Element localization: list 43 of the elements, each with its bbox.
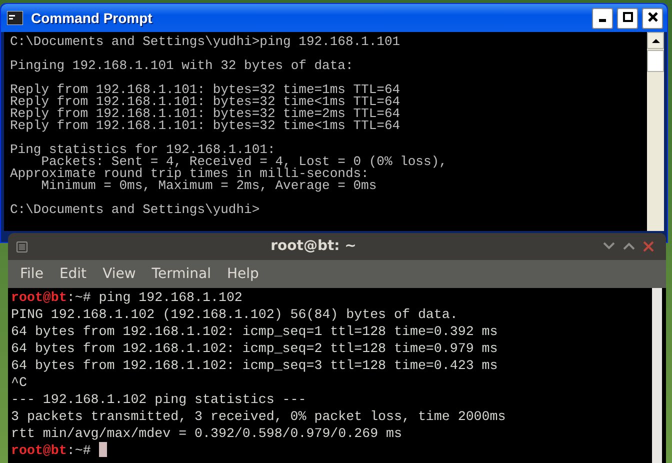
close-button[interactable] [642, 8, 663, 28]
output-line: 64 bytes from 192.168.1.102: icmp_seq=2 ttl=128 time=0.979 ms [11, 340, 499, 357]
window-title: Command Prompt [31, 8, 152, 28]
close-icon [643, 240, 654, 252]
console-line: Reply from 192.168.1.101: bytes=32 time<1ms TTL=64 [10, 96, 402, 108]
close-icon [648, 12, 658, 22]
scroll-thumb[interactable] [647, 50, 664, 72]
output-line: 3 packets transmitted, 3 received, 0% packet loss, time 2000ms [11, 408, 507, 425]
minimize-icon [599, 19, 606, 22]
console-line: Reply from 192.168.1.101: bytes=32 time<1ms TTL=64 [10, 120, 402, 132]
console-line: Reply from 192.168.1.101: bytes=32 time=1ms TTL=64 [10, 84, 402, 96]
console-line: C:\Documents and Settings\yudhi>ping 192.168.1.101 [10, 36, 402, 48]
console-line: Reply from 192.168.1.101: bytes=32 time=2ms TTL=64 [10, 108, 402, 120]
console-icon [7, 11, 23, 25]
menu-item[interactable]: Edit [51, 264, 95, 284]
prompt-line: root@bt:~# [11, 442, 91, 459]
maximize-icon [622, 12, 632, 22]
console-line: Packets: Sent = 4, Received = 4, Lost = 0 (0% loss), [41, 156, 448, 168]
console-line: Approximate round trip times in milli-seconds: [10, 168, 369, 180]
prompt-line: root@bt:~# ping 192.168.1.102 [11, 289, 242, 306]
output-line: rtt min/avg/max/mdev = 0.392/0.598/0.979/0.269 ms [11, 425, 403, 442]
up-arrow-icon [652, 38, 660, 44]
console-line: C:\Documents and Settings\yudhi> [10, 204, 261, 216]
console-line: Pinging 192.168.1.101 with 32 bytes of data: [10, 60, 354, 72]
minimize-icon [603, 242, 615, 250]
menu-icon[interactable] [16, 240, 28, 252]
console-line: Ping statistics for 192.168.1.101: [10, 144, 276, 156]
output-line: 64 bytes from 192.168.1.102: icmp_seq=1 ttl=128 time=0.392 ms [11, 323, 499, 340]
console-line: Minimum = 0ms, Maximum = 2ms, Average = 0ms [41, 180, 378, 192]
output-line: ^C [11, 374, 28, 391]
maximize-icon [623, 242, 635, 250]
maximize-button[interactable] [617, 8, 638, 28]
menu-item[interactable]: File [12, 264, 52, 284]
output-line: 64 bytes from 192.168.1.102: icmp_seq=3 ttl=128 time=0.423 ms [11, 357, 499, 374]
menu-item[interactable]: Terminal [144, 264, 219, 284]
menu-item[interactable]: Help [218, 264, 267, 284]
output-line: --- 192.168.1.102 ping statistics --- [11, 391, 308, 408]
scrollbar[interactable] [652, 288, 662, 463]
output-line: PING 192.168.1.102 (192.168.1.102) 56(84) bytes of data. [11, 306, 459, 323]
window-title: root@bt: ~ [270, 237, 356, 256]
minimize-button[interactable] [592, 8, 613, 28]
scrollbar[interactable] [647, 32, 664, 231]
menu-item[interactable]: View [94, 264, 144, 284]
